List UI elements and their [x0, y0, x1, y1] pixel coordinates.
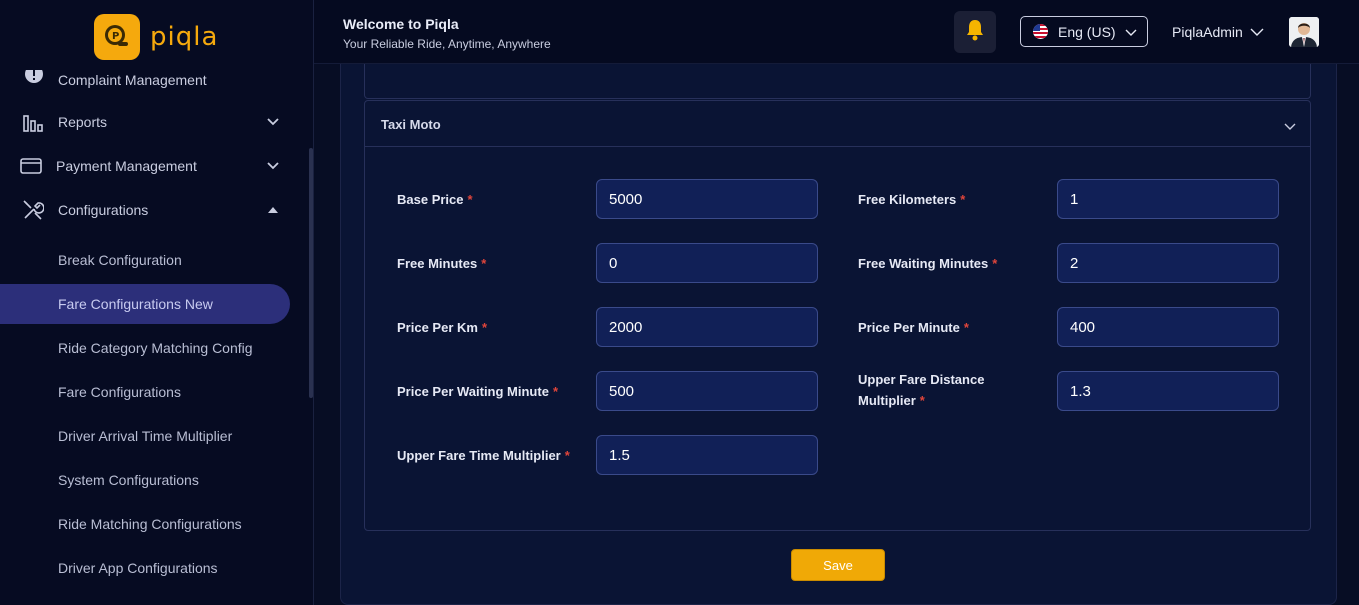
sidebar-subitem-system-configurations[interactable]: System Configurations: [0, 460, 290, 500]
price-per-km-label: Price Per Km *: [397, 320, 487, 335]
base-price-input[interactable]: [596, 179, 818, 219]
required-marker: *: [481, 320, 487, 335]
sidebar: P piqla Complaint Management Reports Pay…: [0, 0, 314, 605]
free-kilometers-input[interactable]: [1057, 179, 1279, 219]
required-marker: *: [564, 448, 570, 463]
welcome-title: Welcome to Piqla: [343, 16, 459, 32]
chevron-down-icon: [266, 159, 280, 173]
chevron-down-icon[interactable]: [1284, 118, 1296, 136]
required-marker: *: [919, 393, 925, 408]
sidebar-item-label: Reports: [58, 114, 108, 130]
brand-logo[interactable]: P piqla: [94, 14, 218, 60]
accordion-title: Taxi Moto: [381, 117, 441, 132]
bar-chart-icon: [22, 111, 44, 133]
sidebar-subitem-driver-app-configurations[interactable]: Driver App Configurations: [0, 548, 290, 588]
sidebar-item-label: Configurations: [58, 202, 149, 218]
required-marker: *: [552, 384, 558, 399]
upper-fare-distance-multiplier-input[interactable]: [1057, 371, 1279, 411]
save-button[interactable]: Save: [791, 549, 885, 581]
chevron-down-icon[interactable]: [1250, 24, 1264, 42]
free-waiting-minutes-input[interactable]: [1057, 243, 1279, 283]
sidebar-item-complaint-management[interactable]: Complaint Management: [0, 60, 300, 100]
price-per-waiting-minute-input[interactable]: [596, 371, 818, 411]
required-marker: *: [960, 192, 966, 207]
required-marker: *: [992, 256, 998, 271]
us-flag-icon: [1033, 24, 1048, 39]
welcome-tagline: Your Reliable Ride, Anytime, Anywhere: [343, 37, 551, 51]
user-menu-name[interactable]: PiqlaAdmin: [1172, 24, 1243, 40]
sidebar-subitem-fare-configurations-new[interactable]: Fare Configurations New: [0, 284, 290, 324]
top-header: Welcome to Piqla Your Reliable Ride, Any…: [314, 0, 1359, 64]
free-minutes-label: Free Minutes *: [397, 256, 487, 271]
alert-icon: [22, 69, 44, 91]
language-select[interactable]: Eng (US): [1020, 16, 1148, 47]
brand-name: piqla: [150, 22, 219, 52]
sidebar-subitem-driver-arrival-time-multiplier[interactable]: Driver Arrival Time Multiplier: [0, 416, 290, 456]
avatar[interactable]: [1289, 17, 1319, 47]
price-per-km-input[interactable]: [596, 307, 818, 347]
credit-card-icon: [20, 155, 42, 177]
required-marker: *: [481, 256, 487, 271]
free-minutes-input[interactable]: [596, 243, 818, 283]
chevron-up-icon: [266, 203, 280, 217]
free-kilometers-label: Free Kilometers *: [858, 192, 966, 207]
sidebar-item-reports[interactable]: Reports: [0, 102, 300, 142]
chevron-down-icon: [1125, 24, 1137, 40]
chevron-down-icon: [266, 115, 280, 129]
sidebar-item-configurations[interactable]: Configurations: [0, 190, 300, 230]
sidebar-item-label: Payment Management: [56, 158, 197, 174]
required-marker: *: [963, 320, 969, 335]
base-price-label: Base Price *: [397, 192, 473, 207]
sidebar-item-payment-management[interactable]: Payment Management: [0, 146, 300, 186]
price-per-minute-input[interactable]: [1057, 307, 1279, 347]
accordion-header[interactable]: Taxi Moto: [365, 101, 1310, 147]
logo-badge-icon: P: [94, 14, 140, 60]
free-waiting-minutes-label: Free Waiting Minutes *: [858, 256, 998, 271]
upper-fare-time-multiplier-input[interactable]: [596, 435, 818, 475]
svg-text:P: P: [112, 31, 119, 42]
upper-fare-distance-multiplier-label: Upper Fare Distance Multiplier *: [858, 372, 985, 408]
bell-icon: [965, 19, 985, 46]
language-label: Eng (US): [1058, 23, 1116, 40]
sidebar-scrollbar[interactable]: [309, 148, 313, 398]
required-marker: *: [467, 192, 473, 207]
sidebar-subitem-ride-category-matching-config[interactable]: Ride Category Matching Config: [0, 328, 290, 368]
notifications-button[interactable]: [954, 11, 996, 53]
sidebar-item-label: Complaint Management: [58, 72, 207, 88]
price-per-waiting-minute-label: Price Per Waiting Minute *: [397, 384, 558, 399]
sidebar-subitem-ride-matching-configurations[interactable]: Ride Matching Configurations: [0, 504, 290, 544]
price-per-minute-label: Price Per Minute *: [858, 320, 969, 335]
tools-icon: [22, 199, 44, 221]
sidebar-subitem-break-configuration[interactable]: Break Configuration: [0, 240, 290, 280]
sidebar-subitem-fare-configurations[interactable]: Fare Configurations: [0, 372, 290, 412]
upper-fare-time-multiplier-label: Upper Fare Time Multiplier *: [397, 448, 570, 463]
previous-accordion-panel: [364, 64, 1311, 99]
